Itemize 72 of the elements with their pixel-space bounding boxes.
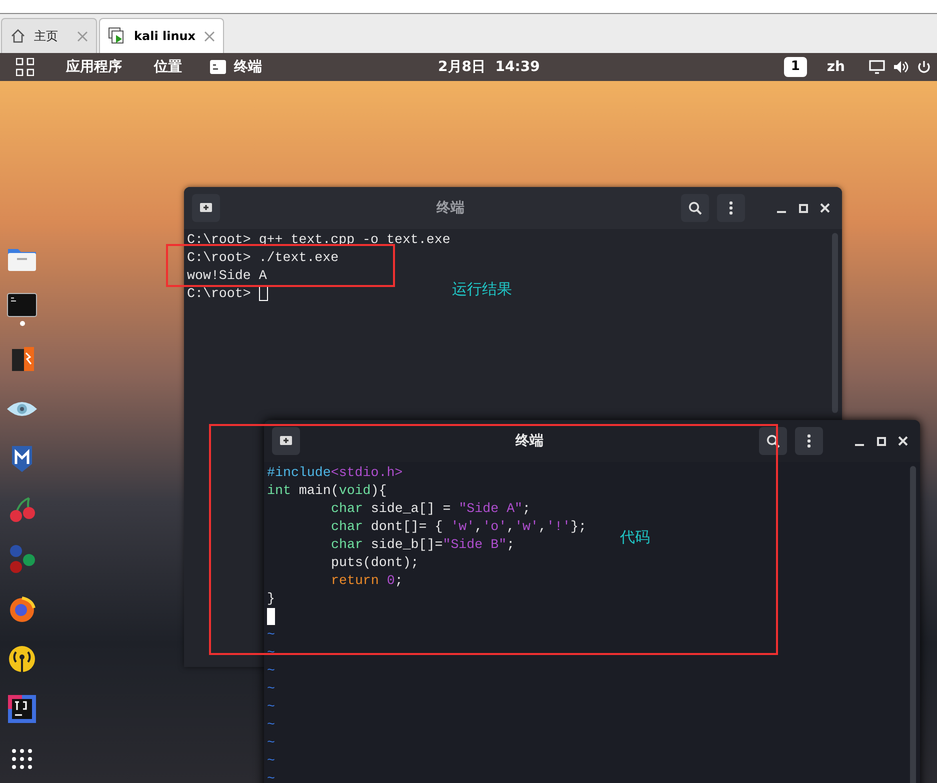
browser-tab[interactable]: 主页 xyxy=(1,18,97,53)
menu-icon xyxy=(729,201,733,215)
new-tab-icon xyxy=(199,202,213,214)
volume-icon xyxy=(893,60,909,74)
terminal-line: ~ xyxy=(267,734,275,752)
terminal-line: ~ xyxy=(267,698,275,716)
home-icon xyxy=(10,28,26,44)
close-icon xyxy=(898,436,908,446)
eye-icon xyxy=(6,400,38,418)
workspace-indicator[interactable]: 1 xyxy=(784,57,807,77)
clock[interactable]: 2月8日 14:39 xyxy=(438,56,540,78)
running-indicator xyxy=(20,320,24,326)
close-icon xyxy=(820,203,830,213)
display-icon xyxy=(869,60,885,74)
close-icon xyxy=(77,30,88,42)
language-indicator[interactable]: zh xyxy=(826,56,845,78)
terminal-line: int main(void){ xyxy=(267,482,387,500)
browser-icon xyxy=(8,595,36,623)
terminal-line: ~ xyxy=(267,680,275,698)
menu-icon xyxy=(807,434,811,448)
window-title: 终端 xyxy=(436,198,464,218)
power-icon xyxy=(917,60,931,74)
antenna-icon xyxy=(8,645,36,673)
ide-icon xyxy=(8,695,36,723)
circles-icon xyxy=(7,543,37,575)
terminal-line: wow!Side A xyxy=(187,267,267,285)
app-menu[interactable]: 终端 xyxy=(198,56,274,78)
search-icon xyxy=(688,201,702,215)
menu-button[interactable] xyxy=(795,427,823,455)
cursor xyxy=(267,608,275,625)
new-tab-icon xyxy=(279,435,293,447)
panel-menu[interactable]: 位置 xyxy=(138,56,198,78)
terminal-icon xyxy=(210,60,226,74)
maximize-button[interactable] xyxy=(799,204,808,212)
terminal-line: return 0; xyxy=(331,572,403,590)
close-icon xyxy=(204,30,215,42)
terminal-line: ~ xyxy=(267,716,275,734)
terminal-line: char side_b[]="Side B"; xyxy=(331,536,515,554)
terminal-line: C:\root> xyxy=(187,285,268,303)
search-icon xyxy=(766,434,780,448)
new-tab-button[interactable] xyxy=(192,194,220,222)
panel-menu[interactable]: 应用程序 xyxy=(50,56,138,78)
terminal-line: C:\root> ./text.exe xyxy=(187,249,339,267)
terminal-line: ~ xyxy=(267,644,275,662)
search-button[interactable] xyxy=(681,194,709,222)
close-tab-button[interactable] xyxy=(204,30,215,42)
terminal-line: ~ xyxy=(267,752,275,770)
annotation-label: 运行结果 xyxy=(452,279,512,300)
terminal-icon xyxy=(7,292,37,316)
terminal-line: ~ xyxy=(267,626,275,644)
terminal-line: ~ xyxy=(267,770,275,783)
close-button[interactable] xyxy=(820,203,830,213)
tab-label: kali linux xyxy=(134,28,196,45)
browser-tab[interactable]: kali linux xyxy=(99,18,224,53)
shield-icon xyxy=(10,444,34,474)
vm-icon xyxy=(108,27,126,45)
terminal-line: char side_a[] = "Side A"; xyxy=(331,500,531,518)
terminal-line: char dont[]= { 'w','o','w','!'}; xyxy=(331,518,586,536)
annotation-label: 代码 xyxy=(620,527,650,548)
menu-button[interactable] xyxy=(717,194,745,222)
app-grid-icon xyxy=(16,58,34,76)
terminal-line: puts(dont); xyxy=(331,554,419,572)
new-tab-button[interactable] xyxy=(272,427,300,455)
terminal-line: } xyxy=(267,590,275,608)
terminal-line: #include<stdio.h> xyxy=(267,464,403,482)
window-title: 终端 xyxy=(516,432,544,450)
search-button[interactable] xyxy=(759,427,787,455)
tab-label: 主页 xyxy=(34,28,58,45)
app-grid-icon xyxy=(11,748,33,770)
close-button[interactable] xyxy=(898,436,908,446)
maximize-button[interactable] xyxy=(877,436,886,446)
terminal-line: ~ xyxy=(267,662,275,680)
